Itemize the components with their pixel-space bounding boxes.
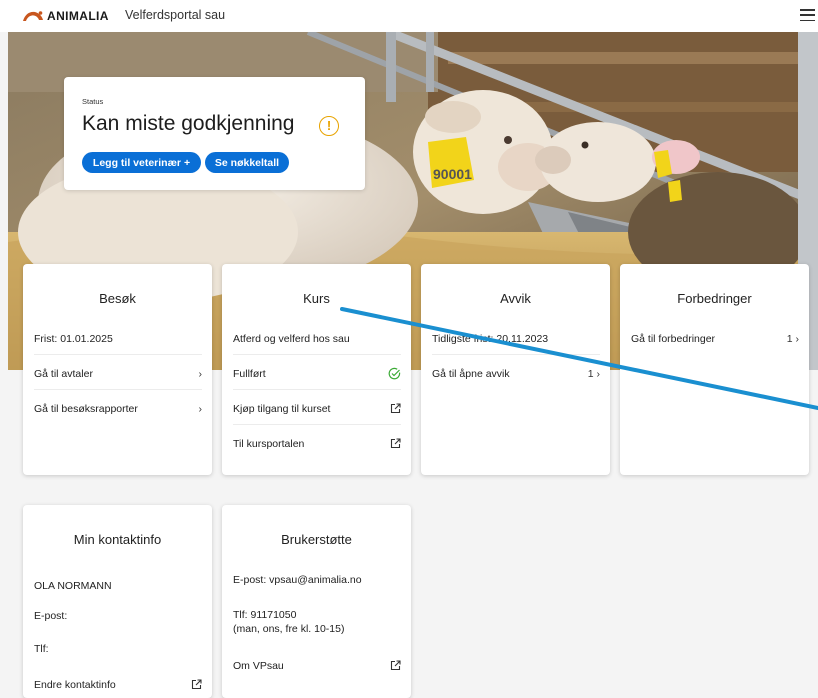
support-hours: (man, ons, fre kl. 10-15) <box>233 623 345 635</box>
card-title: Besøk <box>99 291 136 306</box>
open-deviations-count: 1 › <box>587 368 600 380</box>
edit-contact-info-link[interactable]: Endre kontaktinfo <box>34 678 202 692</box>
link-label: Kjøp tilgang til kurset <box>233 403 331 415</box>
external-link-icon <box>390 660 401 671</box>
card-title: Avvik <box>500 291 531 306</box>
ear-tag-number: 90001 <box>433 166 472 182</box>
earliest-deadline: Tidligste frist: 20.11.2023 <box>432 332 600 355</box>
support-email: E-post: vpsau@animalia.no <box>233 574 362 586</box>
link-label: Gå til forbedringer <box>631 333 716 345</box>
course-card: Kurs Atferd og velferd hos sau Fullført … <box>222 264 411 475</box>
improvements-card: Forbedringer Gå til forbedringer 1 › <box>620 264 809 475</box>
link-label: Til kursportalen <box>233 438 305 450</box>
external-link-icon <box>390 403 401 414</box>
link-label: Gå til åpne avvik <box>432 368 510 380</box>
card-title: Brukerstøtte <box>281 532 352 547</box>
view-key-figures-button[interactable]: Se nøkkeltall <box>205 152 289 173</box>
contact-phone: Tlf: <box>34 643 49 655</box>
warning-icon: ! <box>319 116 339 136</box>
course-status: Fullført <box>233 367 401 390</box>
brand-name: ANIMALIA <box>47 9 109 23</box>
card-title: Min kontaktinfo <box>73 532 162 547</box>
top-bar: ANIMALIA Velferdsportal sau <box>0 0 818 32</box>
course-portal-link[interactable]: Til kursportalen <box>233 437 401 451</box>
animalia-logo[interactable]: ANIMALIA <box>22 7 109 25</box>
add-veterinarian-button[interactable]: Legg til veterinær + <box>82 152 201 173</box>
link-label: Gå til avtaler <box>34 368 93 380</box>
status-text: Kan miste godkjenning <box>82 112 295 135</box>
hamburger-menu-icon[interactable] <box>800 9 815 22</box>
user-support-card: Brukerstøtte E-post: vpsau@animalia.no T… <box>222 505 411 698</box>
go-to-improvements-link[interactable]: Gå til forbedringer 1 › <box>631 332 799 346</box>
status-card: Status Kan miste godkjenning ! Legg til … <box>64 77 365 190</box>
chevron-right-icon: › <box>198 368 203 380</box>
contact-email: E-post: <box>34 610 68 622</box>
link-label: Om VPsau <box>233 660 284 672</box>
link-label: Gå til besøksrapporter <box>34 403 138 415</box>
course-status-label: Fullført <box>233 368 266 380</box>
support-phone: Tlf: 91171050 <box>233 609 297 621</box>
card-title: Kurs <box>303 291 330 306</box>
support-phone-block: Tlf: 91171050 (man, ons, fre kl. 10-15) <box>233 608 401 636</box>
check-circle-icon <box>388 367 401 380</box>
contact-name: OLA NORMANN <box>34 580 112 592</box>
portal-title: Velferdsportal sau <box>125 8 226 22</box>
visits-card: Besøk Frist: 01.01.2025 Gå til avtaler ›… <box>23 264 212 475</box>
deviations-card: Avvik Tidligste frist: 20.11.2023 Gå til… <box>421 264 610 475</box>
contact-info-card: Min kontaktinfo OLA NORMANN E-post: Tlf:… <box>23 505 212 698</box>
visit-deadline: Frist: 01.01.2025 <box>34 332 202 355</box>
sheep-logo-icon <box>23 11 43 21</box>
improvements-count: 1 › <box>786 333 799 345</box>
external-link-icon <box>191 679 202 690</box>
course-name: Atferd og velferd hos sau <box>233 332 401 355</box>
about-vpsau-link[interactable]: Om VPsau <box>233 659 401 673</box>
card-title: Forbedringer <box>677 291 752 306</box>
external-link-icon <box>390 438 401 449</box>
chevron-right-icon: › <box>198 403 203 415</box>
go-to-appointments-link[interactable]: Gå til avtaler › <box>34 367 203 390</box>
status-label: Status <box>82 97 104 106</box>
go-to-visit-reports-link[interactable]: Gå til besøksrapporter › <box>34 402 202 416</box>
link-label: Endre kontaktinfo <box>34 679 116 691</box>
go-to-open-deviations-link[interactable]: Gå til åpne avvik 1 › <box>432 367 600 381</box>
buy-course-access-link[interactable]: Kjøp tilgang til kurset <box>233 402 401 425</box>
